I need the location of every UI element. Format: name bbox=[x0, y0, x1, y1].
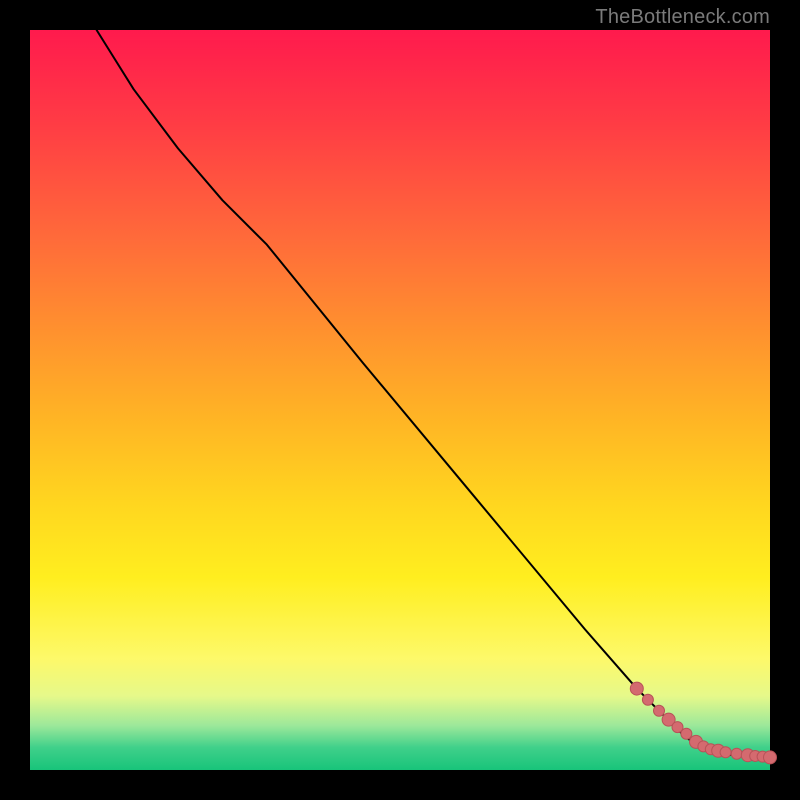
chart-marker bbox=[681, 728, 692, 739]
chart-frame: TheBottleneck.com bbox=[0, 0, 800, 800]
chart-marker bbox=[720, 747, 731, 758]
chart-marker bbox=[731, 748, 742, 759]
watermark-text: TheBottleneck.com bbox=[595, 6, 770, 29]
chart-marker bbox=[642, 694, 653, 705]
chart-marker bbox=[630, 682, 643, 695]
chart-marker bbox=[654, 705, 665, 716]
chart-marker bbox=[764, 751, 777, 764]
chart-line bbox=[97, 30, 770, 758]
chart-overlay bbox=[30, 30, 770, 770]
